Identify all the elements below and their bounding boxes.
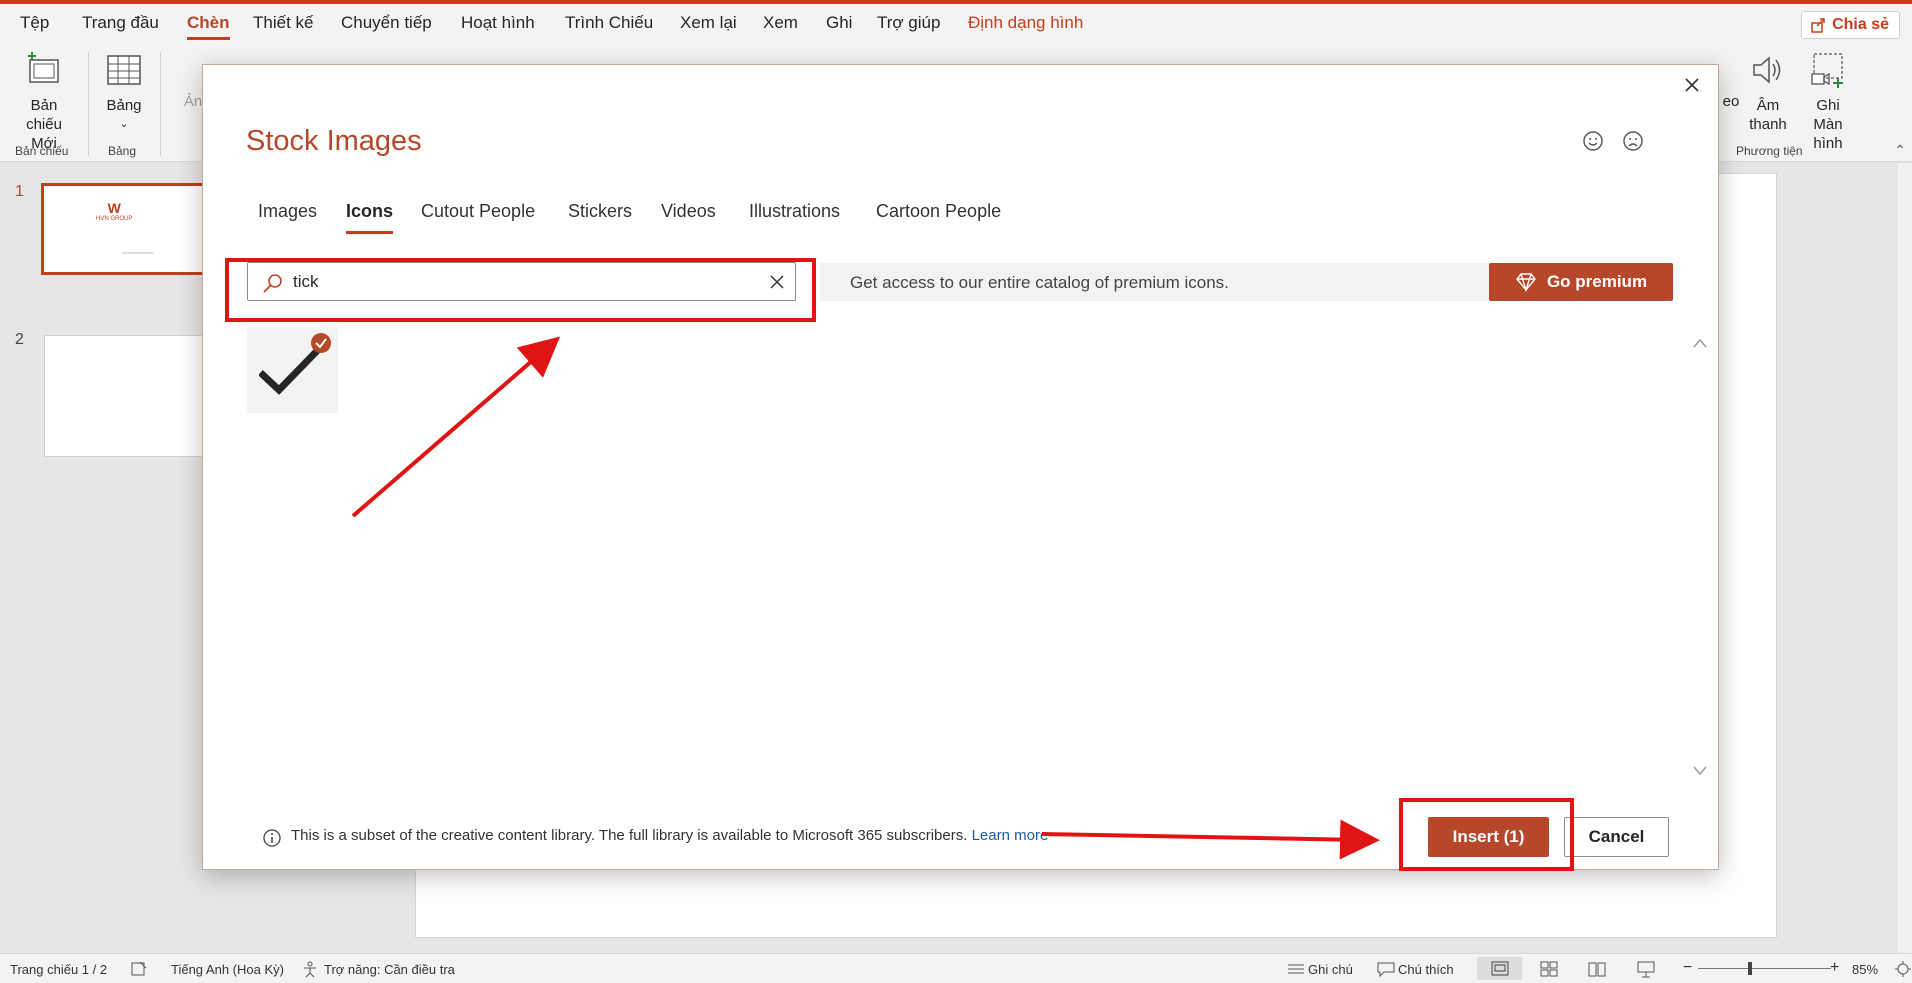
thumbnail-number: 2 — [15, 331, 24, 348]
smile-feedback-icon[interactable] — [1581, 129, 1605, 153]
normal-view-button[interactable] — [1477, 957, 1522, 980]
tab-review[interactable]: Xem lại — [680, 13, 737, 33]
fit-slide-icon[interactable] — [1895, 960, 1911, 978]
tab-insert[interactable]: Chèn — [187, 13, 230, 40]
slide-thumbnail-1[interactable]: W HVN GROUP — [41, 183, 211, 275]
tab-shape-format[interactable]: Định dạng hình — [968, 13, 1083, 33]
thumbnail-number: 1 — [15, 183, 24, 200]
tab-videos[interactable]: Videos — [661, 201, 716, 222]
notes-check-icon[interactable] — [130, 960, 148, 978]
comment-icon — [1377, 962, 1395, 978]
selected-check-badge[interactable] — [311, 333, 331, 353]
slide-thumbnail-2[interactable] — [44, 335, 209, 457]
chevron-down-icon: ⌄ — [119, 118, 129, 130]
collapse-ribbon-icon[interactable]: ⌃ — [1894, 142, 1906, 159]
stock-images-dialog: Stock Images Images Icons Cutout People … — [202, 64, 1719, 870]
ribbon-separator — [160, 52, 161, 156]
dialog-title: Stock Images — [246, 125, 422, 157]
close-icon[interactable] — [1680, 73, 1704, 97]
new-slide-button[interactable]: Bản chiếu Mới — [8, 50, 80, 153]
go-premium-button[interactable]: Go premium — [1489, 263, 1673, 301]
zoom-slider[interactable] — [1698, 968, 1831, 969]
reading-view-icon[interactable] — [1588, 960, 1606, 978]
tab-icons[interactable]: Icons — [346, 201, 394, 234]
share-label: Chia sẻ — [1832, 16, 1889, 33]
premium-banner: Get access to our entire catalog of prem… — [820, 263, 1673, 301]
learn-more-link[interactable]: Learn more — [972, 827, 1049, 844]
tab-slideshow[interactable]: Trình Chiếu — [565, 13, 653, 33]
cancel-button[interactable]: Cancel — [1564, 817, 1669, 857]
tab-file[interactable]: Tệp — [20, 13, 49, 33]
tab-images[interactable]: Images — [258, 201, 317, 222]
comments-button[interactable]: Chú thích — [1398, 962, 1454, 977]
info-icon — [263, 829, 281, 847]
zoom-out-icon[interactable]: − — [1683, 959, 1692, 977]
share-button[interactable]: Chia sẻ — [1801, 11, 1900, 39]
group-slides-label: Bản chiếu — [15, 144, 69, 158]
ribbon-separator — [88, 52, 89, 156]
presenter-icon[interactable] — [1637, 960, 1655, 978]
screen-record-icon — [1811, 53, 1843, 88]
frown-feedback-icon[interactable] — [1621, 129, 1645, 153]
vertical-scrollbar[interactable] — [1898, 163, 1912, 953]
tab-stickers[interactable]: Stickers — [568, 201, 632, 222]
table-icon — [107, 55, 141, 85]
group-media-label: Phương tiện — [1736, 144, 1803, 158]
scroll-down-icon[interactable] — [1692, 765, 1708, 777]
menu-bar: Tệp Trang đầu Chèn Thiết kế Chuyển tiếp … — [0, 4, 1912, 44]
zoom-in-icon[interactable]: + — [1830, 959, 1839, 977]
audio-label: Âm thanh — [1749, 97, 1787, 133]
tab-home[interactable]: Trang đầu — [82, 13, 159, 33]
tab-cutout-people[interactable]: Cutout People — [421, 201, 535, 222]
slide-logo: W HVN GROUP — [96, 200, 133, 222]
video-label: eo — [1722, 93, 1740, 110]
tab-design[interactable]: Thiết kế — [253, 13, 313, 33]
accessibility-status[interactable]: Trợ năng: Cần điều tra — [324, 962, 455, 977]
icon-result-tile[interactable] — [247, 327, 338, 413]
footer-text: This is a subset of the creative content… — [291, 827, 968, 844]
screen-record-label: Ghi Màn hình — [1813, 97, 1843, 152]
slide-sorter-icon[interactable] — [1540, 960, 1558, 978]
scroll-up-icon[interactable] — [1692, 337, 1708, 349]
status-bar: Trang chiếu 1 / 2 Tiếng Anh (Hoa Kỳ) Trợ… — [0, 953, 1912, 983]
premium-text: Get access to our entire catalog of prem… — [850, 273, 1229, 292]
share-icon — [1811, 18, 1825, 33]
group-tables-label: Bảng — [108, 144, 137, 158]
tab-view[interactable]: Xem — [763, 13, 798, 33]
tab-illustrations[interactable]: Illustrations — [749, 201, 840, 222]
slide-subtitle-line — [122, 252, 154, 254]
footer-notice: This is a subset of the creative content… — [291, 827, 1048, 844]
diamond-icon — [1516, 273, 1536, 292]
audio-button[interactable]: Âm thanh — [1740, 50, 1796, 134]
tab-animations[interactable]: Hoạt hình — [461, 13, 535, 33]
zoom-slider-thumb[interactable] — [1748, 962, 1752, 975]
accessibility-icon[interactable] — [301, 960, 319, 978]
speaker-icon — [1753, 56, 1781, 84]
normal-view-icon — [1491, 961, 1509, 976]
check-badge-icon — [315, 338, 327, 349]
table-label: Bảng — [106, 97, 142, 114]
go-premium-label: Go premium — [1546, 272, 1648, 291]
tab-cartoon-people[interactable]: Cartoon People — [876, 201, 1001, 222]
tab-record[interactable]: Ghi — [826, 13, 852, 33]
insert-highlight-box — [1399, 798, 1574, 871]
notes-button[interactable]: Ghi chú — [1308, 962, 1353, 977]
tab-help[interactable]: Trợ giúp — [877, 13, 940, 33]
table-button[interactable]: Bảng ⌄ — [100, 50, 148, 134]
images-label: Ản — [183, 93, 203, 110]
language-indicator[interactable]: Tiếng Anh (Hoa Kỳ) — [171, 962, 284, 977]
tab-transitions[interactable]: Chuyển tiếp — [341, 13, 432, 33]
dialog-tabs: Images Icons Cutout People Stickers Vide… — [203, 201, 1718, 241]
new-slide-icon — [28, 52, 59, 83]
slide-counter: Trang chiếu 1 / 2 — [10, 962, 108, 977]
search-highlight-box — [225, 258, 816, 322]
screen-record-button[interactable]: Ghi Màn hình — [1800, 50, 1856, 153]
notes-icon — [1288, 964, 1304, 974]
zoom-level[interactable]: 85% — [1852, 962, 1878, 977]
